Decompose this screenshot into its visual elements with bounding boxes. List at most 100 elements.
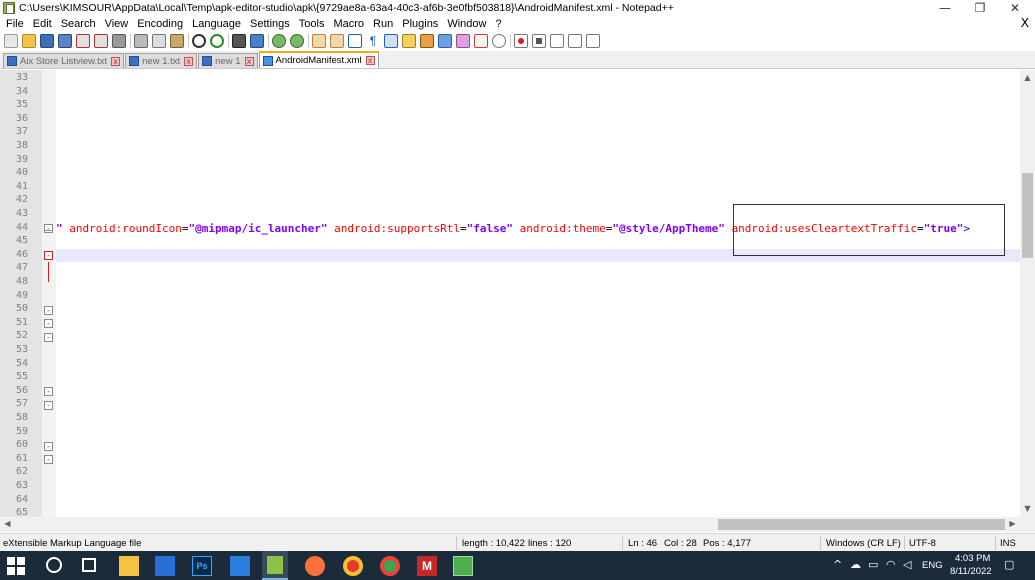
cut-icon[interactable]	[134, 34, 148, 48]
language-indicator[interactable]: ENG	[922, 560, 943, 571]
tab-aix-store-listview[interactable]: Aix Store Listview.txt x	[3, 53, 125, 68]
status-insert-mode[interactable]: INS	[1000, 538, 1016, 549]
mail-icon[interactable]	[230, 556, 250, 576]
stop-macro-icon[interactable]	[532, 34, 546, 48]
close-button[interactable]: ✕	[995, 0, 1035, 16]
chrome-icon[interactable]	[343, 556, 363, 576]
close-file-icon[interactable]	[76, 34, 90, 48]
menu-help[interactable]: ?	[492, 18, 507, 30]
menu-encoding[interactable]: Encoding	[134, 18, 189, 30]
doc-map-icon[interactable]	[420, 34, 434, 48]
vertical-scrollbar[interactable]: ▲ ▼	[1020, 70, 1035, 517]
scroll-left-icon[interactable]: ◀	[0, 519, 15, 528]
maximize-button[interactable]: ❐	[960, 0, 1000, 16]
tab-close-icon[interactable]: x	[365, 56, 375, 65]
close-all-icon[interactable]	[94, 34, 108, 48]
menu-tools[interactable]: Tools	[296, 18, 331, 30]
notepadpp-app-icon[interactable]	[3, 2, 15, 14]
fold-toggle-icon[interactable]: -	[44, 442, 53, 451]
new-file-icon[interactable]	[4, 34, 18, 48]
fold-toggle-icon[interactable]: -	[44, 224, 53, 233]
undo-icon[interactable]	[192, 34, 206, 48]
scroll-right-icon[interactable]: ▶	[1005, 519, 1020, 528]
zoom-in-icon[interactable]	[272, 34, 286, 48]
save-icon[interactable]	[40, 34, 54, 48]
find-icon[interactable]	[232, 34, 246, 48]
monitoring-icon[interactable]	[474, 34, 488, 48]
horizontal-scrollbar[interactable]: ◀ ▶	[0, 517, 1020, 532]
tray-chevron-up-icon[interactable]: ^	[833, 558, 842, 571]
indent-guide-icon[interactable]	[384, 34, 398, 48]
clock-date[interactable]: 8/11/2022	[950, 566, 992, 577]
editor-area[interactable]: 33 34 35 36 37 38 39 40 41 42 43 44 45 46 47 48 49 50 51 52…	[0, 70, 1020, 517]
tab-new-1-txt[interactable]: new 1.txt x	[125, 53, 198, 68]
folder-as-workspace-icon[interactable]	[456, 34, 470, 48]
status-encoding[interactable]: UTF-8	[909, 538, 936, 549]
clock-time[interactable]: 4:03 PM	[955, 553, 990, 564]
run-macro-multiple-icon[interactable]	[568, 34, 582, 48]
fold-toggle-icon[interactable]: -	[44, 387, 53, 396]
notepadpp-taskbar-icon[interactable]	[262, 551, 288, 580]
print-icon[interactable]	[112, 34, 126, 48]
network-icon[interactable]: ▭	[868, 558, 878, 571]
menu-run[interactable]: Run	[370, 18, 399, 30]
fold-toggle-icon[interactable]: -	[44, 306, 53, 315]
tab-close-icon[interactable]: x	[184, 56, 194, 66]
chrome-profile-icon[interactable]	[380, 556, 400, 576]
redo-icon[interactable]	[210, 34, 224, 48]
horizontal-scroll-thumb[interactable]	[718, 519, 1005, 530]
word-wrap-icon[interactable]	[348, 34, 362, 48]
sync-horizontal-icon[interactable]	[330, 34, 344, 48]
search-icon[interactable]	[46, 557, 62, 573]
view-icon[interactable]	[492, 34, 506, 48]
minimize-button[interactable]: —	[925, 0, 965, 16]
scroll-up-icon[interactable]: ▲	[1020, 73, 1035, 82]
wifi-icon[interactable]: ◠	[886, 558, 896, 571]
menu-settings[interactable]: Settings	[247, 18, 296, 30]
menu-language[interactable]: Language	[189, 18, 247, 30]
user-language-icon[interactable]	[402, 34, 416, 48]
play-macro-icon[interactable]	[550, 34, 564, 48]
scroll-down-icon[interactable]: ▼	[1020, 504, 1035, 513]
notification-icon[interactable]: ▢	[1004, 558, 1014, 571]
microsoft-store-icon[interactable]	[155, 556, 175, 576]
save-macro-icon[interactable]	[586, 34, 600, 48]
photoshop-icon[interactable]: Ps	[192, 556, 212, 576]
record-macro-icon[interactable]	[514, 34, 528, 48]
tab-new-1[interactable]: new 1 x	[198, 53, 258, 68]
show-all-characters-icon[interactable]: ¶	[366, 34, 380, 48]
menu-file[interactable]: File	[3, 18, 30, 30]
calculator-icon[interactable]	[453, 556, 473, 576]
task-view-icon[interactable]	[82, 558, 96, 572]
status-eol[interactable]: Windows (CR LF)	[826, 538, 901, 549]
menu-edit[interactable]: Edit	[30, 18, 58, 30]
close-document-button[interactable]: X	[1021, 16, 1029, 30]
vertical-scroll-thumb[interactable]	[1022, 173, 1033, 258]
tab-androidmanifest[interactable]: AndroidManifest.xml x	[258, 51, 379, 68]
tab-close-icon[interactable]: x	[111, 56, 121, 66]
replace-icon[interactable]	[250, 34, 264, 48]
copy-icon[interactable]	[152, 34, 166, 48]
fold-toggle-icon[interactable]: -	[44, 401, 53, 410]
menu-search[interactable]: Search	[58, 18, 102, 30]
menu-window[interactable]: Window	[444, 18, 492, 30]
fold-toggle-icon[interactable]: -	[44, 319, 53, 328]
sync-vertical-icon[interactable]	[312, 34, 326, 48]
zoom-out-icon[interactable]	[290, 34, 304, 48]
save-all-icon[interactable]	[58, 34, 72, 48]
mcafee-icon[interactable]: M	[417, 556, 437, 576]
paste-icon[interactable]	[170, 34, 184, 48]
open-file-icon[interactable]	[22, 34, 36, 48]
fold-toggle-icon[interactable]: -	[44, 455, 53, 464]
weather-icon[interactable]: ☁	[850, 558, 861, 571]
function-list-icon[interactable]	[438, 34, 452, 48]
fold-toggle-icon[interactable]: -	[44, 333, 53, 342]
file-explorer-icon[interactable]	[119, 556, 139, 576]
menu-plugins[interactable]: Plugins	[399, 18, 444, 30]
tab-close-icon[interactable]: x	[244, 56, 254, 66]
windows-start-icon[interactable]	[7, 557, 25, 575]
menu-view[interactable]: View	[102, 18, 135, 30]
volume-icon[interactable]: ◁	[903, 558, 911, 571]
fold-toggle-icon[interactable]: -	[44, 251, 53, 260]
menu-macro[interactable]: Macro	[330, 18, 370, 30]
